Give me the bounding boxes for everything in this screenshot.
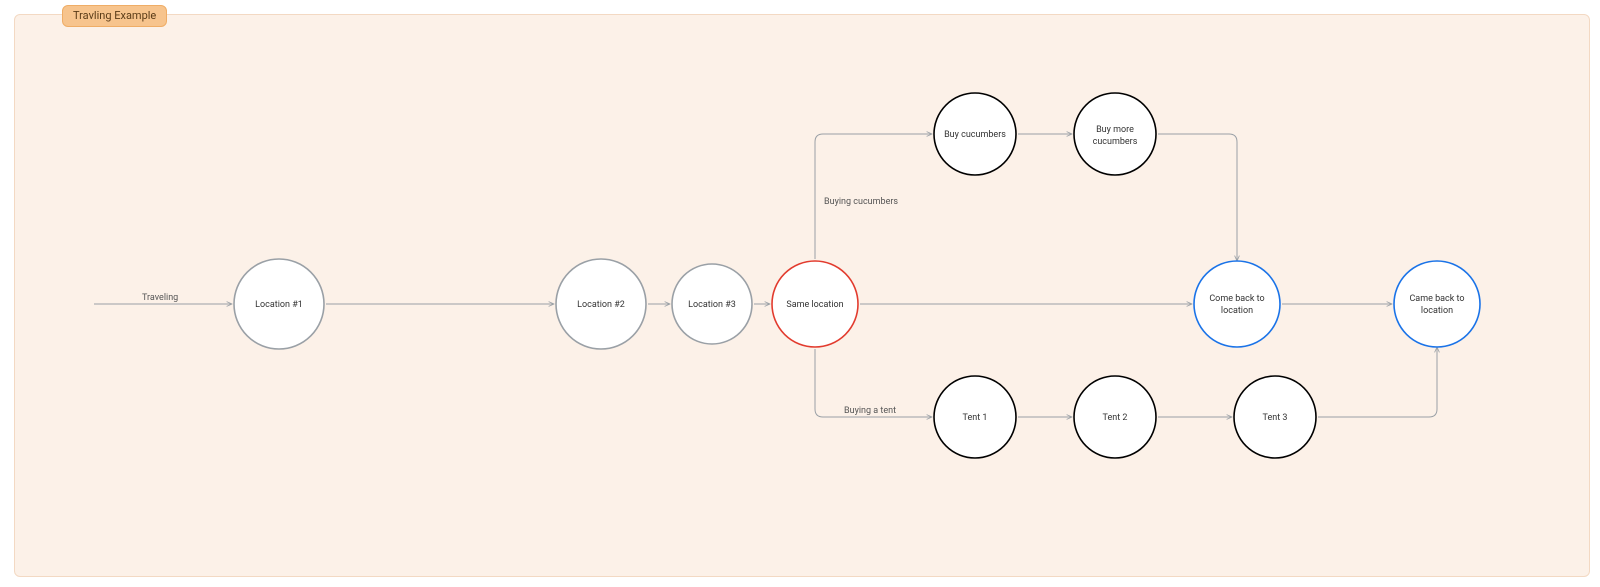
svg-text:Location #3: Location #3 bbox=[688, 300, 736, 310]
node-come-back[interactable]: Come back to location bbox=[1194, 261, 1280, 347]
node-tent-1[interactable]: Tent 1 bbox=[934, 376, 1016, 458]
node-location-2[interactable]: Location #2 bbox=[556, 259, 646, 349]
svg-text:Location #1: Location #1 bbox=[255, 300, 303, 310]
edge-label-buying-cucumbers: Buying cucumbers bbox=[824, 197, 898, 207]
svg-text:Location #2: Location #2 bbox=[577, 300, 625, 310]
node-location-3[interactable]: Location #3 bbox=[672, 264, 752, 344]
svg-text:location: location bbox=[1421, 306, 1453, 316]
edge-buy2-come bbox=[1158, 134, 1237, 261]
svg-text:Came back to: Came back to bbox=[1409, 294, 1464, 304]
svg-text:Tent 1: Tent 1 bbox=[963, 413, 988, 423]
edge-label-buying-tent: Buying a tent bbox=[844, 406, 896, 416]
svg-text:Tent 2: Tent 2 bbox=[1103, 413, 1128, 423]
svg-text:Buy cucumbers: Buy cucumbers bbox=[944, 130, 1006, 140]
node-buy-cucumbers[interactable]: Buy cucumbers bbox=[934, 93, 1016, 175]
edge-tent3-came bbox=[1318, 347, 1437, 417]
diagram-canvas: Traveling Buying cucumbers Buying a tent… bbox=[14, 14, 1590, 577]
node-buy-more-cucumbers[interactable]: Buy more cucumbers bbox=[1074, 93, 1156, 175]
svg-text:cucumbers: cucumbers bbox=[1093, 137, 1138, 147]
svg-text:Come back to: Come back to bbox=[1209, 294, 1264, 304]
node-came-back[interactable]: Came back to location bbox=[1394, 261, 1480, 347]
svg-text:Same location: Same location bbox=[786, 300, 843, 310]
node-tent-3[interactable]: Tent 3 bbox=[1234, 376, 1316, 458]
edge-label-traveling: Traveling bbox=[142, 293, 178, 303]
svg-text:Tent 3: Tent 3 bbox=[1263, 413, 1288, 423]
svg-text:location: location bbox=[1221, 306, 1253, 316]
node-location-1[interactable]: Location #1 bbox=[234, 259, 324, 349]
svg-text:Buy more: Buy more bbox=[1096, 125, 1134, 135]
node-tent-2[interactable]: Tent 2 bbox=[1074, 376, 1156, 458]
node-same-location[interactable]: Same location bbox=[772, 261, 858, 347]
